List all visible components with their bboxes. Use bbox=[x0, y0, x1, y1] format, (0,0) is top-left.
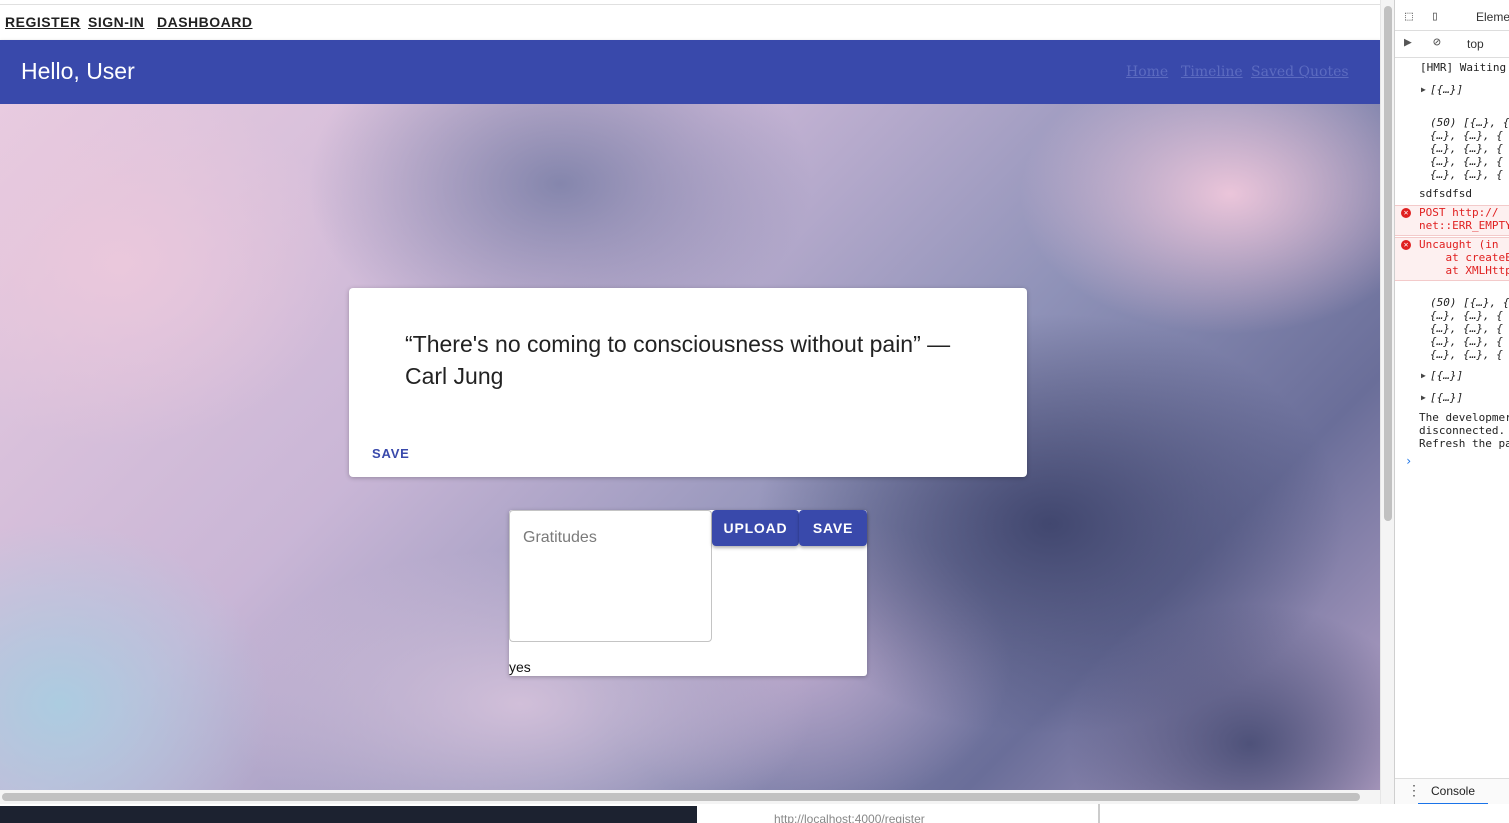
gratitudes-input[interactable] bbox=[509, 510, 712, 642]
top-navigation: REGISTER SIGN-IN DASHBOARD bbox=[0, 4, 1380, 40]
horizontal-scroll-thumb[interactable] bbox=[2, 793, 1360, 801]
bottom-strip: http://localhost:4000/register bbox=[0, 804, 1509, 823]
register-link[interactable]: REGISTER bbox=[5, 14, 81, 30]
save-quote-button[interactable]: SAVE bbox=[372, 446, 410, 461]
sidebar-toggle-icon[interactable]: ▶ bbox=[1404, 35, 1412, 50]
tab-console[interactable]: Console bbox=[1418, 779, 1488, 804]
error-entry[interactable]: ✕ Uncaught (in at createE at XMLHttp bbox=[1395, 237, 1509, 281]
sign-in-link[interactable]: SIGN-IN bbox=[88, 14, 144, 30]
clear-console-icon[interactable]: ⊘ bbox=[1433, 35, 1441, 50]
expand-icon: ▶ bbox=[1421, 393, 1426, 402]
horizontal-scrollbar[interactable] bbox=[0, 790, 1380, 804]
console-prompt-icon[interactable]: › bbox=[1405, 454, 1412, 468]
tab-elements[interactable]: Eleme bbox=[1476, 10, 1509, 24]
saved-quotes-link[interactable]: Saved Quotes bbox=[1251, 64, 1349, 80]
error-icon: ✕ bbox=[1401, 240, 1411, 250]
expand-icon: ▶ bbox=[1421, 85, 1426, 94]
inspect-element-icon[interactable]: ⬚ bbox=[1405, 9, 1413, 24]
app-bar: Hello, User Home Timeline Saved Quotes bbox=[0, 40, 1380, 104]
divider bbox=[1098, 804, 1100, 823]
gratitude-card: UPLOAD SAVE yes bbox=[509, 510, 867, 676]
vertical-scrollbar[interactable] bbox=[1380, 0, 1395, 804]
timeline-link[interactable]: Timeline bbox=[1181, 64, 1243, 80]
gratitude-entry: yes bbox=[509, 659, 531, 675]
status-url: http://localhost:4000/register bbox=[774, 812, 925, 823]
error-icon: ✕ bbox=[1401, 208, 1411, 218]
device-toolbar-icon[interactable]: ▯ bbox=[1431, 9, 1439, 24]
page-title: Hello, User bbox=[21, 58, 135, 84]
browser-viewport: REGISTER SIGN-IN DASHBOARD Hello, User H… bbox=[0, 0, 1380, 790]
quote-text: “There's no coming to consciousness with… bbox=[405, 331, 951, 389]
dashboard-link[interactable]: DASHBOARD bbox=[157, 14, 253, 30]
devtools-toolbar: ⬚ ▯ Eleme bbox=[1395, 4, 1509, 31]
save-gratitude-button[interactable]: SAVE bbox=[799, 510, 867, 546]
quote-card: “There's no coming to consciousness with… bbox=[349, 288, 1027, 477]
devtools-drawer: ⋮ Console bbox=[1395, 778, 1509, 804]
expand-icon: ▶ bbox=[1421, 371, 1426, 380]
context-selector[interactable]: top bbox=[1467, 37, 1484, 51]
devtools-panel: ⬚ ▯ Eleme ▶ ⊘ top [HMR] Waiting ▶ [{…}] (… bbox=[1394, 0, 1509, 804]
taskbar-preview bbox=[0, 806, 697, 823]
error-entry[interactable]: ✕ POST http:// net::ERR_EMPTY bbox=[1395, 205, 1509, 236]
console-toolbar: ▶ ⊘ top bbox=[1395, 30, 1509, 58]
upload-button[interactable]: UPLOAD bbox=[712, 510, 799, 546]
vertical-scroll-thumb[interactable] bbox=[1384, 6, 1392, 521]
home-link[interactable]: Home bbox=[1126, 64, 1168, 80]
